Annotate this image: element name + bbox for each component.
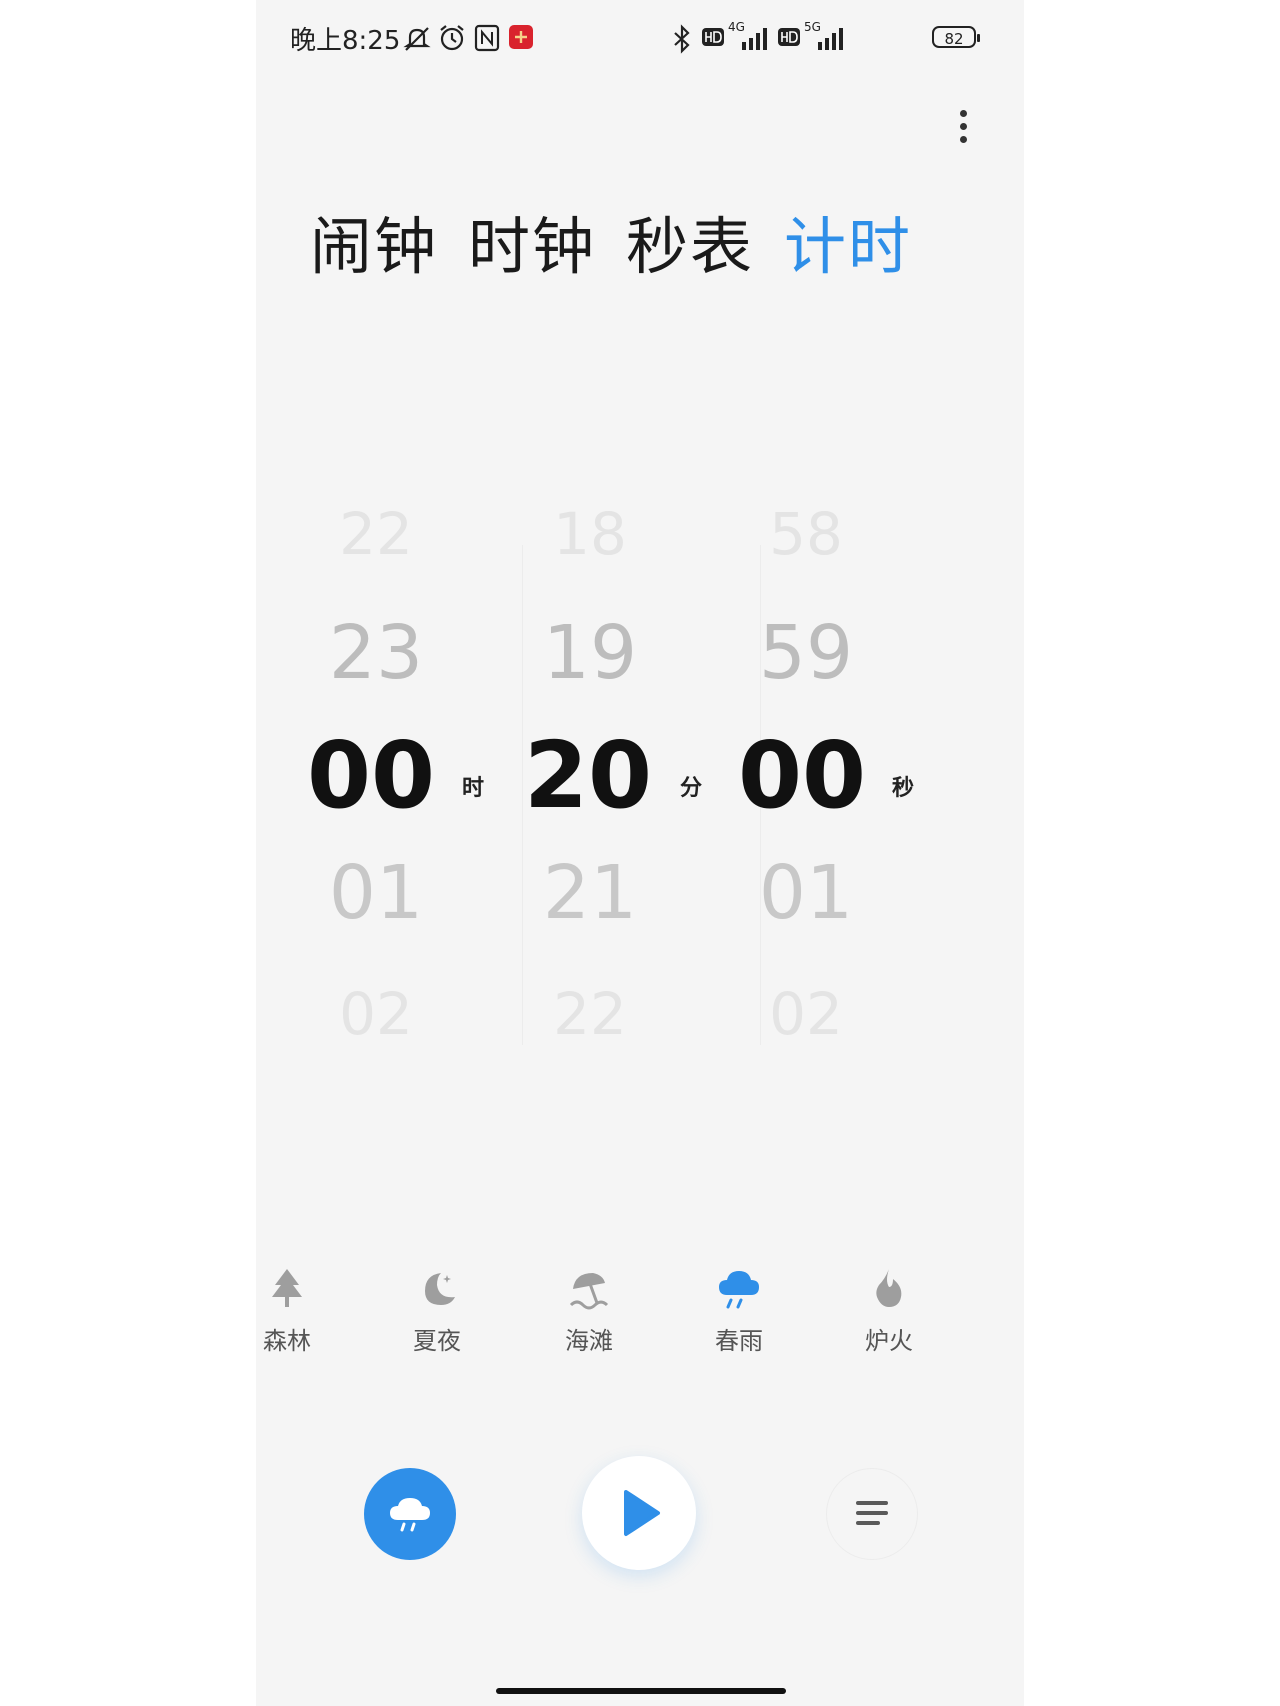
seconds-unit: 秒 (892, 776, 915, 801)
hours-prev1: 23 (328, 610, 424, 696)
seconds-current: 00 (737, 722, 867, 829)
scene-label: 炉火 (865, 1327, 913, 1355)
tab-stopwatch[interactable]: 秒表 (626, 196, 754, 286)
moon-icon (425, 1273, 455, 1305)
hours-current: 00 (306, 722, 436, 829)
ambient-sound-button[interactable] (364, 1468, 456, 1560)
app-notification-icon (509, 25, 533, 49)
rain-cloud-icon (719, 1271, 759, 1309)
scene-forest[interactable]: 森林 (256, 1265, 342, 1356)
scene-label: 森林 (263, 1327, 311, 1355)
scene-fireplace[interactable]: 炉火 (834, 1265, 944, 1356)
nfc-icon (474, 24, 500, 52)
alarm-icon (440, 25, 464, 51)
scene-beach[interactable]: 海滩 (534, 1265, 644, 1356)
battery-indicator: 82 (932, 26, 980, 48)
bluetooth-icon (674, 24, 690, 54)
home-indicator[interactable] (496, 1688, 786, 1694)
minutes-picker[interactable]: 18 19 20 21 22 分 (470, 480, 710, 1100)
status-time: 晚上8:25 (290, 26, 401, 56)
status-bar: 晚上8:25 4G 5G 82 (256, 18, 1024, 60)
signal-icon (742, 28, 767, 50)
minutes-next2: 22 (553, 980, 627, 1048)
tree-icon (272, 1269, 302, 1307)
hours-next1: 01 (328, 850, 424, 936)
minutes-prev2: 18 (553, 500, 627, 568)
scene-spring-rain[interactable]: 春雨 (684, 1265, 794, 1356)
presets-list-button[interactable] (826, 1468, 918, 1560)
minutes-current: 20 (523, 722, 653, 829)
list-icon (856, 1501, 888, 1525)
scene-label: 海滩 (565, 1327, 613, 1355)
hd-voice-icon (702, 28, 724, 46)
seconds-next2: 02 (769, 980, 843, 1048)
tab-alarm[interactable]: 闹钟 (310, 196, 438, 286)
beach-umbrella-icon (569, 1273, 609, 1310)
tab-timer[interactable]: 计时 (784, 196, 912, 286)
scene-summer-night[interactable]: 夏夜 (382, 1265, 492, 1356)
seconds-next1: 01 (758, 850, 854, 936)
seconds-picker[interactable]: 58 59 00 01 02 秒 (686, 480, 926, 1100)
seconds-prev2: 58 (769, 500, 843, 568)
signal-icon-2 (818, 28, 843, 50)
hours-next2: 02 (339, 980, 413, 1048)
scene-label: 夏夜 (413, 1327, 461, 1355)
tab-clock[interactable]: 时钟 (468, 196, 596, 286)
more-dot-icon (959, 123, 967, 130)
scene-label: 春雨 (715, 1327, 763, 1355)
play-icon (624, 1490, 660, 1536)
bell-mute-icon (403, 27, 431, 51)
more-options-button[interactable] (946, 110, 980, 150)
hours-prev2: 22 (339, 500, 413, 568)
minutes-next1: 21 (542, 850, 638, 936)
hours-picker[interactable]: 22 23 00 01 02 时 (256, 480, 496, 1100)
rain-cloud-icon (390, 1498, 430, 1532)
timer-screen: 晚上8:25 4G 5G 82 闹钟 时钟 秒表 计时 22 23 00 01 … (256, 0, 1024, 1706)
seconds-prev1: 59 (758, 610, 854, 696)
more-dot-icon (959, 136, 967, 143)
more-dot-icon (959, 110, 967, 117)
minutes-prev1: 19 (542, 610, 638, 696)
start-button[interactable] (582, 1456, 696, 1570)
flame-icon (876, 1269, 902, 1307)
hd-voice-icon-2 (778, 28, 800, 46)
